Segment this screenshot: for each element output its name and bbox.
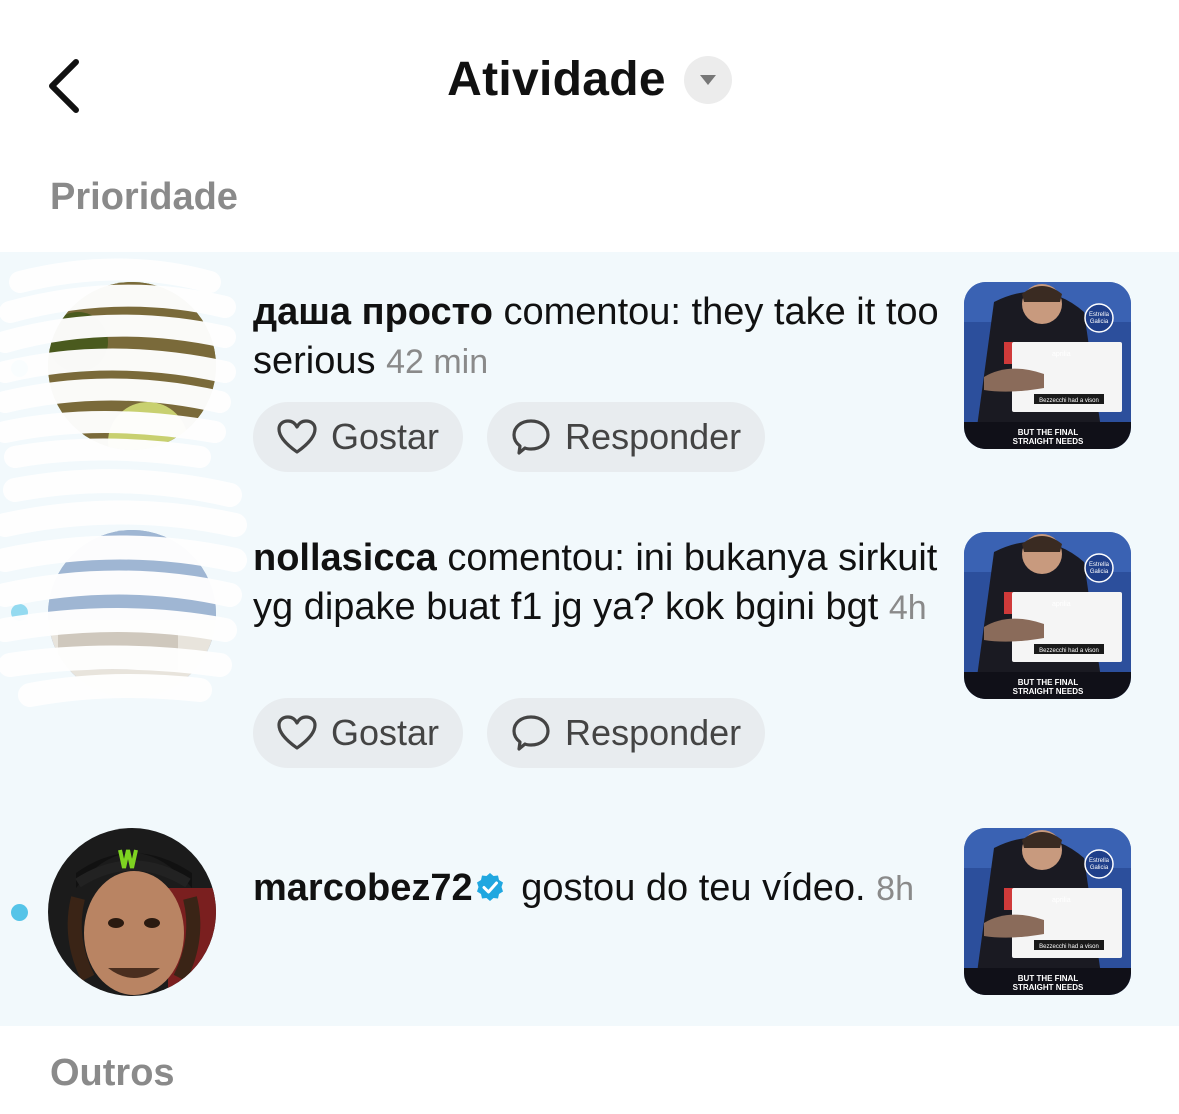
timestamp: 8h bbox=[876, 870, 914, 908]
thumbnail-brand-line1: Estrella bbox=[1089, 562, 1110, 568]
video-thumbnail[interactable]: Estrella Galicia aprilia Bezzecchi had a… bbox=[964, 282, 1131, 449]
notification-message: gostou do teu vídeo. bbox=[510, 867, 877, 909]
notification-text: nollasicca comentou: ini bukanya sirkuit… bbox=[253, 534, 943, 633]
unread-indicator bbox=[11, 904, 28, 921]
reply-label: Responder bbox=[565, 712, 742, 753]
section-heading-priority: Prioridade bbox=[50, 176, 238, 218]
avatar[interactable] bbox=[48, 828, 216, 996]
heart-icon bbox=[277, 715, 317, 750]
video-thumbnail[interactable]: Estrella Galicia aprilia Bezzecchi had a… bbox=[964, 532, 1131, 699]
notification-text: даша просто comentou: they take it too s… bbox=[253, 288, 943, 387]
username[interactable]: даша просто bbox=[253, 291, 493, 333]
thumbnail-sponsor: aprilia bbox=[1052, 897, 1071, 904]
thumbnail-caption-line1: BUT THE FINAL bbox=[1018, 974, 1079, 983]
like-button[interactable]: Gostar bbox=[253, 698, 464, 768]
thumbnail-sponsor: aprilia bbox=[1052, 351, 1071, 358]
thumbnail-brand-line2: Galicia bbox=[1090, 319, 1109, 325]
notification-actions: Gostar Responder bbox=[253, 698, 766, 768]
timestamp: 42 min bbox=[386, 343, 489, 381]
reply-button[interactable]: Responder bbox=[487, 698, 766, 768]
notification-text: marcobez72 gostou do teu vídeo. 8h bbox=[253, 864, 943, 914]
thumbnail-brand-line1: Estrella bbox=[1089, 858, 1110, 864]
section-heading-others: Outros bbox=[50, 1052, 175, 1094]
thumbnail-brand-line2: Galicia bbox=[1090, 569, 1109, 575]
top-bar: Atividade bbox=[0, 0, 1179, 170]
redaction-scribble bbox=[0, 258, 236, 468]
redaction-scribble bbox=[0, 469, 247, 707]
verified-badge-icon bbox=[476, 873, 503, 901]
username[interactable]: marcobez72 bbox=[253, 867, 473, 909]
thumbnail-brand-line1: Estrella bbox=[1089, 312, 1110, 318]
thumbnail-board-text: Bezzecchi had a vison bbox=[1039, 648, 1099, 654]
speech-bubble-icon bbox=[512, 419, 550, 455]
like-label: Gostar bbox=[331, 712, 440, 753]
video-thumbnail[interactable]: Estrella Galicia aprilia Bezzecchi had a… bbox=[964, 828, 1131, 995]
thumbnail-board-text: Bezzecchi had a vison bbox=[1039, 398, 1099, 404]
like-button[interactable]: Gostar bbox=[253, 402, 464, 472]
thumbnail-caption-line2: STRAIGHT NEEDS bbox=[1013, 687, 1084, 696]
notification-actions: Gostar Responder bbox=[253, 402, 766, 472]
thumbnail-caption-line1: BUT THE FINAL bbox=[1018, 678, 1079, 687]
thumbnail-brand-line2: Galicia bbox=[1090, 865, 1109, 871]
heart-icon bbox=[277, 419, 317, 454]
activity-filter-dropdown[interactable] bbox=[683, 55, 732, 104]
thumbnail-caption-line1: BUT THE FINAL bbox=[1018, 428, 1079, 437]
notification-item[interactable]: даша просто comentou: they take it too s… bbox=[0, 252, 1179, 492]
reply-button[interactable]: Responder bbox=[487, 402, 766, 472]
timestamp: 4h bbox=[888, 589, 927, 627]
thumbnail-board-text: Bezzecchi had a vison bbox=[1039, 944, 1099, 950]
username[interactable]: nollasicca bbox=[253, 537, 437, 579]
speech-bubble-icon bbox=[512, 715, 550, 751]
title-row: Atividade bbox=[0, 52, 1179, 107]
thumbnail-caption-line2: STRAIGHT NEEDS bbox=[1013, 983, 1084, 992]
reply-label: Responder bbox=[565, 416, 742, 457]
notification-item[interactable]: nollasicca comentou: ini bukanya sirkuit… bbox=[0, 469, 1179, 790]
notification-item[interactable]: marcobez72 gostou do teu vídeo. 8h Estre… bbox=[0, 810, 1179, 1026]
like-label: Gostar bbox=[331, 416, 440, 457]
page-title[interactable]: Atividade bbox=[447, 52, 666, 107]
thumbnail-sponsor: aprilia bbox=[1052, 601, 1071, 608]
thumbnail-caption-line2: STRAIGHT NEEDS bbox=[1013, 437, 1084, 446]
caret-down-icon bbox=[699, 74, 716, 85]
